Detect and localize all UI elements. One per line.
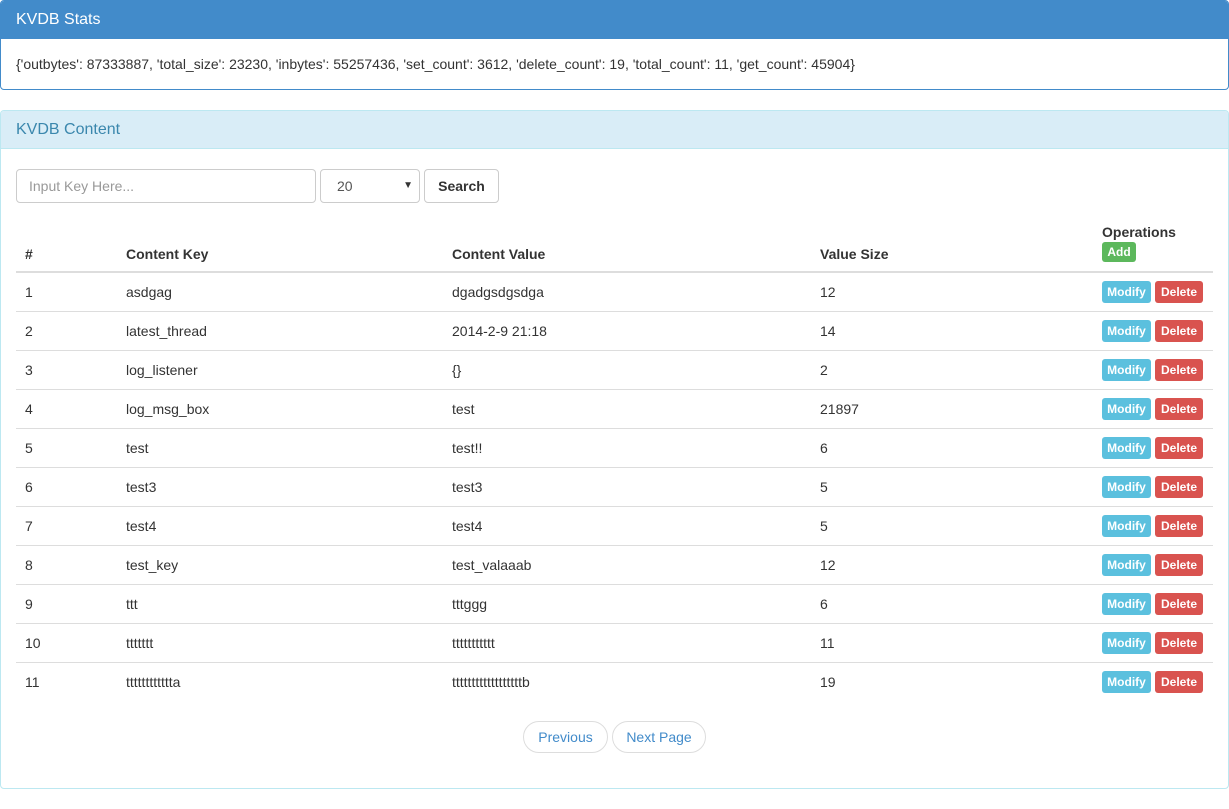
cell-num: 5 bbox=[25, 440, 33, 456]
cell-value-size: 21897 bbox=[820, 401, 859, 417]
cell-content-value: test!! bbox=[452, 440, 483, 456]
cell-value-size: 14 bbox=[820, 323, 836, 339]
cell-content-value: tttggg bbox=[452, 596, 488, 612]
pager: Previous Next Page bbox=[1, 721, 1228, 755]
cell-num: 9 bbox=[25, 596, 33, 612]
delete-button[interactable]: Delete bbox=[1155, 437, 1203, 459]
table-row: 10 ttttttt ttttttttttt 11 Modify Delete bbox=[16, 624, 1213, 663]
table-row: 3 log_listener {} 2 Modify Delete bbox=[16, 351, 1213, 390]
delete-button[interactable]: Delete bbox=[1155, 320, 1203, 342]
cell-num: 3 bbox=[25, 362, 33, 378]
header-num: # bbox=[25, 246, 33, 262]
table-row: 8 test_key test_valaaab 12 Modify Delete bbox=[16, 546, 1213, 585]
cell-content-key: log_msg_box bbox=[126, 401, 210, 417]
cell-num: 8 bbox=[25, 557, 33, 573]
kvdb-stats-heading: KVDB Stats bbox=[1, 1, 1228, 39]
cell-content-value: dgadgsdgsdga bbox=[452, 284, 544, 300]
header-content-key: Content Key bbox=[126, 246, 209, 262]
kvdb-stats-panel: KVDB Stats {'outbytes': 87333887, 'total… bbox=[0, 0, 1229, 90]
cell-content-value: ttttttttttt bbox=[452, 635, 495, 651]
cell-value-size: 5 bbox=[820, 518, 828, 534]
cell-value-size: 5 bbox=[820, 479, 828, 495]
cell-value-size: 12 bbox=[820, 284, 836, 300]
header-content-value: Content Value bbox=[452, 246, 546, 262]
cell-content-key: tttttttttttta bbox=[126, 674, 181, 690]
cell-content-value: test_valaaab bbox=[452, 557, 532, 573]
add-button[interactable]: Add bbox=[1102, 242, 1136, 262]
cell-num: 10 bbox=[25, 635, 41, 651]
cell-value-size: 2 bbox=[820, 362, 828, 378]
modify-button[interactable]: Modify bbox=[1102, 320, 1151, 342]
modify-button[interactable]: Modify bbox=[1102, 554, 1151, 576]
cell-num: 11 bbox=[25, 674, 40, 690]
delete-button[interactable]: Delete bbox=[1155, 398, 1203, 420]
cell-content-key: ttt bbox=[126, 596, 138, 612]
delete-button[interactable]: Delete bbox=[1155, 671, 1203, 693]
cell-num: 4 bbox=[25, 401, 33, 417]
cell-content-key: asdgag bbox=[126, 284, 172, 300]
cell-num: 7 bbox=[25, 518, 33, 534]
kvdb-content-heading: KVDB Content bbox=[1, 111, 1228, 149]
table-row: 1 asdgag dgadgsdgsdga 12 Modify Delete bbox=[16, 273, 1213, 312]
cell-value-size: 6 bbox=[820, 440, 828, 456]
page-size-value: 20 bbox=[337, 178, 353, 194]
search-button[interactable]: Search bbox=[424, 169, 499, 203]
modify-button[interactable]: Modify bbox=[1102, 632, 1151, 654]
header-value-size: Value Size bbox=[820, 246, 889, 262]
header-operations: Operations bbox=[1102, 224, 1176, 240]
caret-down-icon: ▼ bbox=[403, 180, 413, 191]
cell-content-value: {} bbox=[452, 362, 462, 378]
table-row: 2 latest_thread 2014-2-9 21:18 14 Modify Dele… bbox=[16, 312, 1213, 351]
next-page-button[interactable]: Next Page bbox=[612, 721, 706, 753]
table-row: 7 test4 test4 5 Modify Delete bbox=[16, 507, 1213, 546]
delete-button[interactable]: Delete bbox=[1155, 632, 1203, 654]
table-body: 1 asdgag dgadgsdgsdga 12 Modify Delete 2 latest… bbox=[16, 273, 1213, 702]
key-search-input[interactable] bbox=[16, 169, 316, 203]
cell-content-key: latest_thread bbox=[126, 323, 207, 339]
modify-button[interactable]: Modify bbox=[1102, 398, 1151, 420]
table-row: 4 log_msg_box test 21897 Modify Delete bbox=[16, 390, 1213, 429]
delete-button[interactable]: Delete bbox=[1155, 554, 1203, 576]
table-row: 9 ttt tttggg 6 Modify Delete bbox=[16, 585, 1213, 624]
cell-num: 1 bbox=[25, 284, 33, 300]
cell-num: 6 bbox=[25, 479, 33, 495]
cell-content-value: 2014-2-9 21:18 bbox=[452, 323, 547, 339]
table-row: 6 test3 test3 5 Modify Delete bbox=[16, 468, 1213, 507]
cell-content-value: test3 bbox=[452, 479, 483, 495]
modify-button[interactable]: Modify bbox=[1102, 515, 1151, 537]
modify-button[interactable]: Modify bbox=[1102, 359, 1151, 381]
delete-button[interactable]: Delete bbox=[1155, 476, 1203, 498]
delete-button[interactable]: Delete bbox=[1155, 593, 1203, 615]
delete-button[interactable]: Delete bbox=[1155, 359, 1203, 381]
table-header: # Content Key Content Value Value Size O… bbox=[16, 221, 1213, 273]
previous-page-button[interactable]: Previous bbox=[523, 721, 608, 753]
cell-value-size: 12 bbox=[820, 557, 836, 573]
cell-content-value: ttttttttttttttttttb bbox=[452, 674, 530, 690]
delete-button[interactable]: Delete bbox=[1155, 281, 1203, 303]
cell-content-key: test_key bbox=[126, 557, 179, 573]
modify-button[interactable]: Modify bbox=[1102, 437, 1151, 459]
cell-content-key: ttttttt bbox=[126, 635, 154, 651]
cell-value-size: 6 bbox=[820, 596, 828, 612]
modify-button[interactable]: Modify bbox=[1102, 671, 1151, 693]
modify-button[interactable]: Modify bbox=[1102, 593, 1151, 615]
table-row: 5 test test!! 6 Modify Delete bbox=[16, 429, 1213, 468]
cell-content-key: test bbox=[126, 440, 149, 456]
cell-content-key: test3 bbox=[126, 479, 157, 495]
kvdb-stats-body: {'outbytes': 87333887, 'total_size': 232… bbox=[16, 56, 855, 72]
kvdb-content-panel: KVDB Content 20 ▼ Search # Content Key C… bbox=[0, 110, 1229, 789]
table-row: 11 tttttttttttta ttttttttttttttttttb 19 Modi… bbox=[16, 663, 1213, 702]
modify-button[interactable]: Modify bbox=[1102, 281, 1151, 303]
cell-content-key: test4 bbox=[126, 518, 157, 534]
delete-button[interactable]: Delete bbox=[1155, 515, 1203, 537]
cell-value-size: 19 bbox=[820, 674, 836, 690]
cell-content-value: test4 bbox=[452, 518, 483, 534]
page-size-select[interactable]: 20 ▼ bbox=[320, 169, 420, 203]
cell-content-value: test bbox=[452, 401, 475, 417]
cell-num: 2 bbox=[25, 323, 33, 339]
cell-content-key: log_listener bbox=[126, 362, 198, 378]
cell-value-size: 11 bbox=[820, 635, 835, 651]
modify-button[interactable]: Modify bbox=[1102, 476, 1151, 498]
